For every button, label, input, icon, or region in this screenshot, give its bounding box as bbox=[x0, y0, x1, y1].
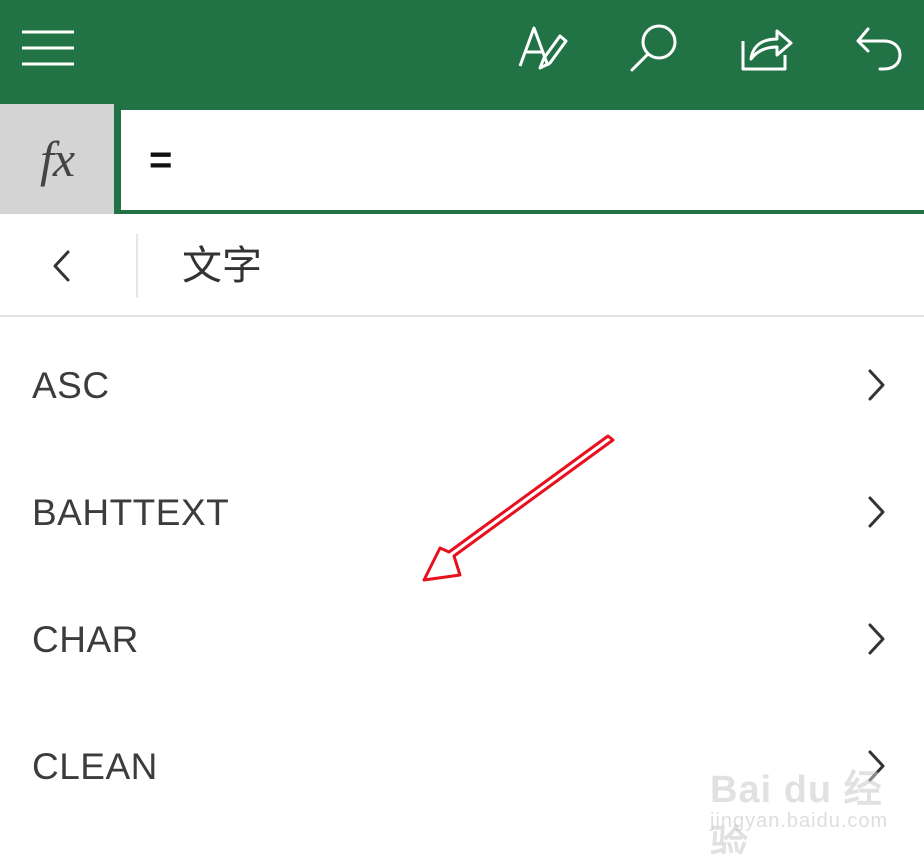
top-toolbar bbox=[0, 0, 924, 104]
function-item-bahttext[interactable]: BAHTTEXT bbox=[0, 449, 924, 576]
header-divider bbox=[136, 234, 138, 298]
search-button[interactable] bbox=[618, 12, 690, 84]
chevron-right-icon bbox=[868, 750, 885, 782]
category-title: 文字 bbox=[182, 243, 262, 289]
formula-input[interactable]: = bbox=[121, 110, 924, 210]
menu-button[interactable] bbox=[12, 12, 84, 84]
share-button[interactable] bbox=[730, 12, 802, 84]
function-name: CHAR bbox=[32, 619, 139, 660]
function-name: CLEAN bbox=[32, 746, 158, 787]
function-name: BAHTTEXT bbox=[32, 492, 230, 533]
formula-bar: fx = bbox=[0, 104, 924, 214]
edit-text-button[interactable] bbox=[506, 12, 578, 84]
undo-button[interactable] bbox=[843, 12, 915, 84]
function-name: ASC bbox=[32, 365, 110, 406]
function-item-asc[interactable]: ASC bbox=[0, 322, 924, 449]
fx-label: fx bbox=[39, 131, 75, 187]
share-icon bbox=[741, 29, 793, 71]
chevron-right-icon bbox=[868, 496, 885, 528]
edit-text-icon bbox=[518, 26, 568, 70]
excel-insert-function-screen: fx = 文字 ASC BAHTTEXT CHAR CLEAN Bai du 经… bbox=[0, 0, 924, 854]
search-icon bbox=[630, 24, 677, 72]
chevron-right-icon bbox=[868, 623, 885, 655]
function-list: ASC BAHTTEXT CHAR CLEAN bbox=[0, 322, 924, 830]
chevron-left-icon bbox=[53, 250, 70, 282]
menu-icon bbox=[22, 30, 74, 66]
function-item-char[interactable]: CHAR bbox=[0, 576, 924, 703]
chevron-right-icon bbox=[868, 369, 885, 401]
category-header: 文字 bbox=[0, 214, 924, 317]
insert-function-button[interactable]: fx bbox=[0, 104, 114, 214]
function-item-clean[interactable]: CLEAN bbox=[0, 703, 924, 830]
back-button[interactable] bbox=[26, 236, 98, 296]
undo-icon bbox=[856, 27, 902, 71]
